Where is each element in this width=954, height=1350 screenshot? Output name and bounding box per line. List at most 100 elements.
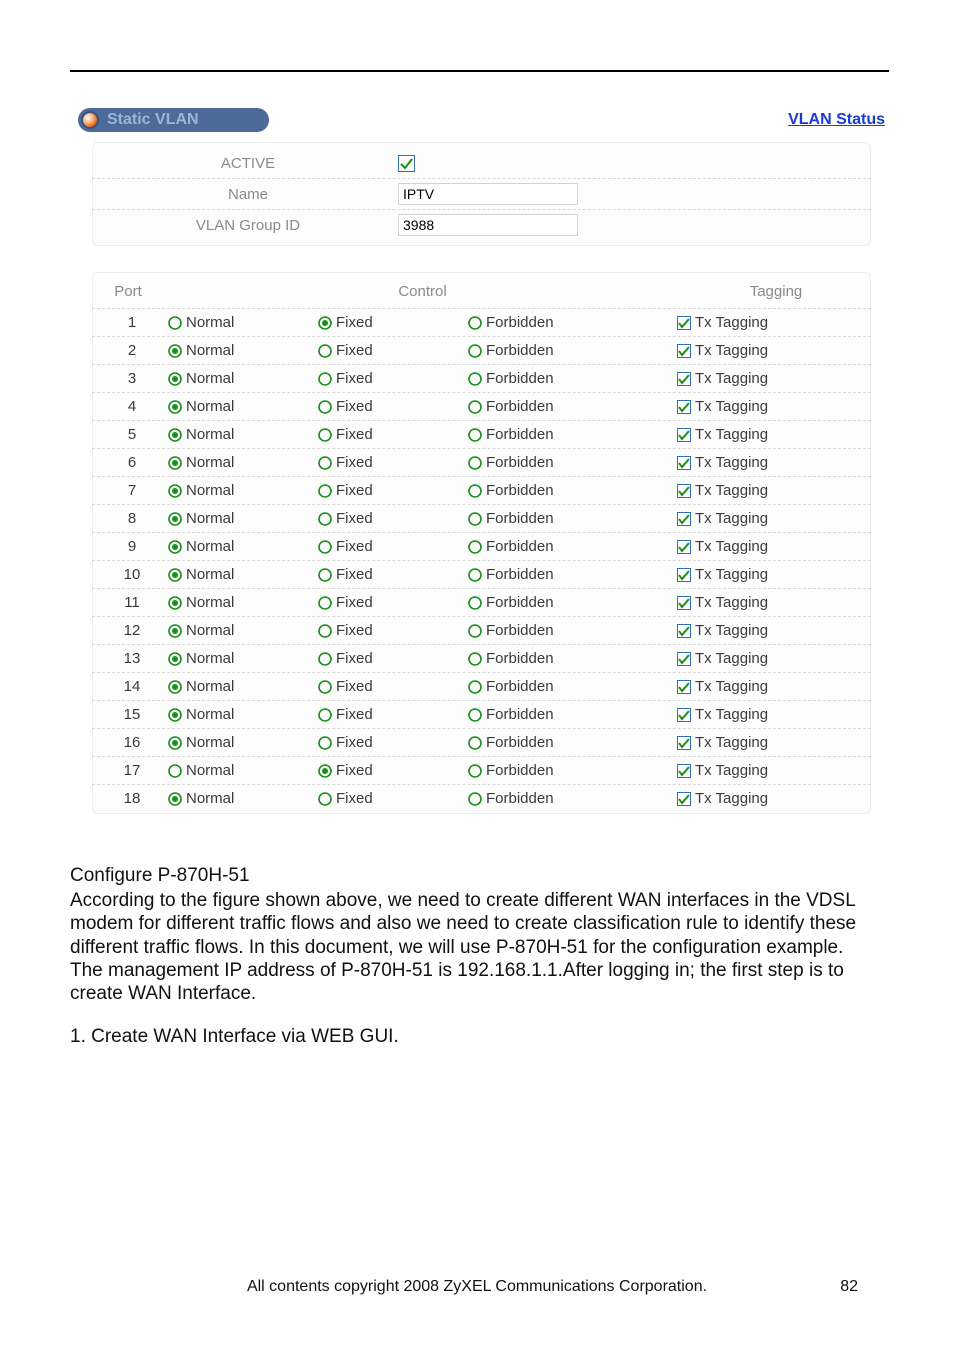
control-normal[interactable]: Normal xyxy=(168,566,318,583)
tx-tagging-checkbox[interactable] xyxy=(677,792,691,806)
control-fixed[interactable]: Fixed xyxy=(318,398,468,415)
control-normal[interactable]: Normal xyxy=(168,482,318,499)
vlan-status-link[interactable]: VLAN Status xyxy=(788,111,885,129)
control-forbidden[interactable]: Forbidden xyxy=(468,426,677,443)
control-forbidden[interactable]: Forbidden xyxy=(468,482,677,499)
radio-label: Fixed xyxy=(336,762,373,779)
table-row: 17NormalFixedForbiddenTx Tagging xyxy=(92,757,871,785)
control-forbidden[interactable]: Forbidden xyxy=(468,538,677,555)
table-row: 16NormalFixedForbiddenTx Tagging xyxy=(92,729,871,757)
tx-tagging-checkbox[interactable] xyxy=(677,372,691,386)
control-normal[interactable]: Normal xyxy=(168,314,318,331)
control-normal[interactable]: Normal xyxy=(168,762,318,779)
control-normal[interactable]: Normal xyxy=(168,510,318,527)
control-fixed[interactable]: Fixed xyxy=(318,482,468,499)
radio-icon xyxy=(168,764,182,778)
port-number: 15 xyxy=(96,706,168,723)
control-normal[interactable]: Normal xyxy=(168,454,318,471)
radio-icon xyxy=(468,372,482,386)
tx-tagging-checkbox[interactable] xyxy=(677,428,691,442)
control-fixed[interactable]: Fixed xyxy=(318,370,468,387)
radio-label: Fixed xyxy=(336,314,373,331)
control-normal[interactable]: Normal xyxy=(168,706,318,723)
control-forbidden[interactable]: Forbidden xyxy=(468,762,677,779)
radio-icon xyxy=(168,596,182,610)
tx-tagging-label: Tx Tagging xyxy=(695,482,768,499)
tx-tagging-checkbox[interactable] xyxy=(677,344,691,358)
tx-tagging-checkbox[interactable] xyxy=(677,764,691,778)
radio-icon xyxy=(168,708,182,722)
paragraph-1: According to the figure shown above, we … xyxy=(70,889,881,959)
control-fixed[interactable]: Fixed xyxy=(318,678,468,695)
radio-icon xyxy=(168,568,182,582)
static-vlan-tab[interactable]: Static VLAN xyxy=(78,108,269,132)
radio-label: Forbidden xyxy=(486,790,554,807)
control-normal[interactable]: Normal xyxy=(168,594,318,611)
control-normal[interactable]: Normal xyxy=(168,650,318,667)
control-normal[interactable]: Normal xyxy=(168,426,318,443)
control-forbidden[interactable]: Forbidden xyxy=(468,454,677,471)
control-forbidden[interactable]: Forbidden xyxy=(468,314,677,331)
table-row: 15NormalFixedForbiddenTx Tagging xyxy=(92,701,871,729)
tx-tagging-checkbox[interactable] xyxy=(677,456,691,470)
control-fixed[interactable]: Fixed xyxy=(318,706,468,723)
control-fixed[interactable]: Fixed xyxy=(318,594,468,611)
tx-tagging-checkbox[interactable] xyxy=(677,624,691,638)
control-fixed[interactable]: Fixed xyxy=(318,762,468,779)
control-normal[interactable]: Normal xyxy=(168,790,318,807)
control-fixed[interactable]: Fixed xyxy=(318,538,468,555)
control-forbidden[interactable]: Forbidden xyxy=(468,622,677,639)
control-normal[interactable]: Normal xyxy=(168,398,318,415)
control-normal[interactable]: Normal xyxy=(168,370,318,387)
control-fixed[interactable]: Fixed xyxy=(318,454,468,471)
tx-tagging-label: Tx Tagging xyxy=(695,566,768,583)
tx-tagging-checkbox[interactable] xyxy=(677,596,691,610)
tx-tagging-checkbox[interactable] xyxy=(677,708,691,722)
group-id-input[interactable] xyxy=(398,214,578,236)
control-forbidden[interactable]: Forbidden xyxy=(468,650,677,667)
control-normal[interactable]: Normal xyxy=(168,538,318,555)
tx-tagging-checkbox[interactable] xyxy=(677,400,691,414)
tx-tagging-label: Tx Tagging xyxy=(695,342,768,359)
control-fixed[interactable]: Fixed xyxy=(318,510,468,527)
control-fixed[interactable]: Fixed xyxy=(318,622,468,639)
tx-tagging-checkbox[interactable] xyxy=(677,484,691,498)
control-fixed[interactable]: Fixed xyxy=(318,342,468,359)
control-fixed[interactable]: Fixed xyxy=(318,734,468,751)
control-forbidden[interactable]: Forbidden xyxy=(468,734,677,751)
tx-tagging-checkbox[interactable] xyxy=(677,316,691,330)
control-forbidden[interactable]: Forbidden xyxy=(468,706,677,723)
active-checkbox[interactable] xyxy=(398,155,415,172)
control-fixed[interactable]: Fixed xyxy=(318,566,468,583)
radio-icon xyxy=(468,736,482,750)
control-forbidden[interactable]: Forbidden xyxy=(468,790,677,807)
control-forbidden[interactable]: Forbidden xyxy=(468,678,677,695)
control-fixed[interactable]: Fixed xyxy=(318,650,468,667)
radio-label: Forbidden xyxy=(486,622,554,639)
control-forbidden[interactable]: Forbidden xyxy=(468,342,677,359)
tx-tagging-checkbox[interactable] xyxy=(677,512,691,526)
control-fixed[interactable]: Fixed xyxy=(318,314,468,331)
control-forbidden[interactable]: Forbidden xyxy=(468,510,677,527)
control-normal[interactable]: Normal xyxy=(168,342,318,359)
tx-tagging-checkbox[interactable] xyxy=(677,568,691,582)
port-number: 11 xyxy=(96,594,168,611)
control-normal[interactable]: Normal xyxy=(168,734,318,751)
table-row: 3NormalFixedForbiddenTx Tagging xyxy=(92,365,871,393)
page-footer: All contents copyright 2008 ZyXEL Commun… xyxy=(0,1278,954,1296)
radio-label: Fixed xyxy=(336,398,373,415)
control-forbidden[interactable]: Forbidden xyxy=(468,566,677,583)
control-forbidden[interactable]: Forbidden xyxy=(468,398,677,415)
tx-tagging-checkbox[interactable] xyxy=(677,680,691,694)
control-normal[interactable]: Normal xyxy=(168,678,318,695)
tx-tagging-checkbox[interactable] xyxy=(677,540,691,554)
control-normal[interactable]: Normal xyxy=(168,622,318,639)
control-forbidden[interactable]: Forbidden xyxy=(468,594,677,611)
tx-tagging-checkbox[interactable] xyxy=(677,652,691,666)
control-fixed[interactable]: Fixed xyxy=(318,426,468,443)
radio-label: Forbidden xyxy=(486,762,554,779)
control-forbidden[interactable]: Forbidden xyxy=(468,370,677,387)
tx-tagging-checkbox[interactable] xyxy=(677,736,691,750)
control-fixed[interactable]: Fixed xyxy=(318,790,468,807)
name-input[interactable] xyxy=(398,183,578,205)
